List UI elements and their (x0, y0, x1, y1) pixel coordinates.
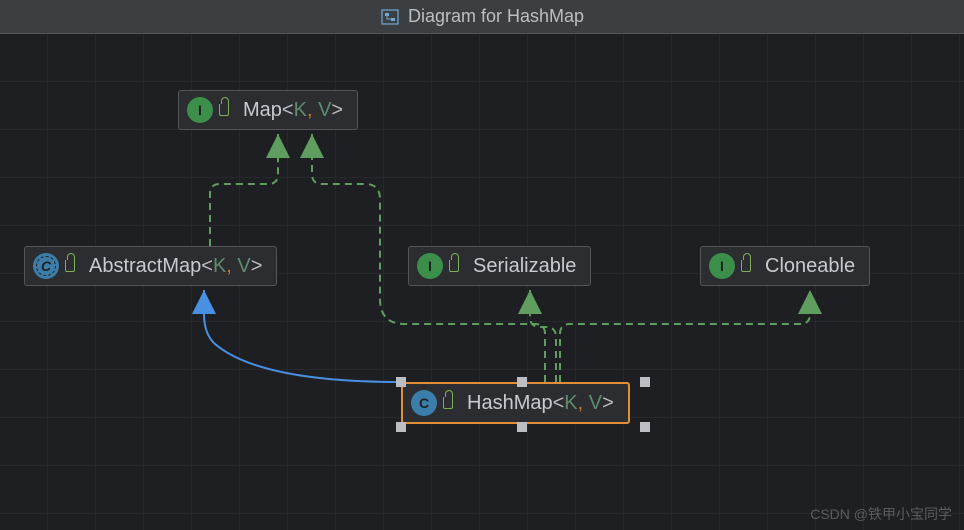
node-map[interactable]: Map<K, V> (178, 90, 358, 130)
lock-icon (741, 260, 751, 272)
resize-handle[interactable] (517, 422, 527, 432)
class-icon (411, 390, 437, 416)
node-abstractmap[interactable]: AbstractMap<K, V> (24, 246, 277, 286)
resize-handle[interactable] (640, 422, 650, 432)
node-hashmap[interactable]: HashMap<K, V> (401, 382, 630, 424)
node-serializable[interactable]: Serializable (408, 246, 591, 286)
interface-icon (417, 253, 443, 279)
resize-handle[interactable] (396, 422, 406, 432)
diagram-canvas[interactable]: Map<K, V> AbstractMap<K, V> Serializable… (0, 34, 964, 530)
edge-hashmap-to-serializable (530, 290, 556, 382)
resize-handle[interactable] (517, 377, 527, 387)
lock-icon (443, 397, 453, 409)
interface-icon (187, 97, 213, 123)
edge-hashmap-to-abstractmap (204, 290, 400, 382)
window-title: Diagram for HashMap (408, 6, 584, 27)
diagram-icon (380, 7, 400, 27)
node-cloneable[interactable]: Cloneable (700, 246, 870, 286)
watermark: CSDN @铁甲小宝同学 (810, 504, 952, 524)
resize-handle[interactable] (640, 377, 650, 387)
type-name: AbstractMap<K, V> (89, 255, 262, 278)
lock-icon (449, 260, 459, 272)
abstract-class-icon (33, 253, 59, 279)
lock-icon (219, 104, 229, 116)
window-titlebar: Diagram for HashMap (0, 0, 964, 34)
lock-icon (65, 260, 75, 272)
interface-icon (709, 253, 735, 279)
resize-handle[interactable] (396, 377, 406, 387)
edge-abstractmap-to-map (210, 134, 278, 246)
type-name: Cloneable (765, 255, 855, 278)
edge-hashmap-to-cloneable (560, 290, 810, 382)
type-name: Map<K, V> (243, 99, 343, 122)
type-name: HashMap<K, V> (467, 392, 614, 415)
type-name: Serializable (473, 255, 576, 278)
